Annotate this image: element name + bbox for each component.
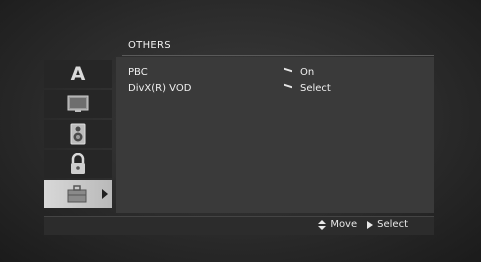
- options-list: PBC On DivX(R) VOD Select: [128, 65, 428, 97]
- title-divider: [122, 55, 434, 56]
- category-tabs: A: [44, 60, 112, 210]
- option-row-divx-vod[interactable]: DivX(R) VOD Select: [128, 81, 428, 97]
- select-hint-label: Select: [377, 219, 408, 230]
- up-down-arrows-icon: [318, 219, 327, 230]
- active-tab-arrow-icon: [102, 189, 108, 199]
- pointer-icon: [284, 83, 292, 92]
- option-label: PBC: [128, 67, 148, 78]
- tab-audio[interactable]: [44, 120, 112, 148]
- option-label: DivX(R) VOD: [128, 83, 192, 94]
- tab-lock[interactable]: [44, 150, 112, 178]
- display-icon: [67, 95, 89, 112]
- tab-language[interactable]: A: [44, 60, 112, 88]
- pointer-icon: [284, 67, 292, 76]
- option-value: Select: [300, 83, 331, 94]
- footer-bar: Move Select: [44, 216, 434, 235]
- move-hint-label: Move: [330, 219, 358, 230]
- right-arrow-icon: [367, 220, 374, 229]
- section-title: OTHERS: [128, 40, 171, 51]
- navigation-hint: Move Select: [318, 219, 408, 230]
- setup-menu-screen: OTHERS A PBC On DivX(R) VOD Select Move …: [0, 0, 481, 262]
- option-row-pbc[interactable]: PBC On: [128, 65, 428, 81]
- language-a-icon: A: [70, 63, 86, 85]
- option-value: On: [300, 67, 315, 78]
- lock-icon: [71, 153, 85, 174]
- tab-others[interactable]: [44, 180, 112, 208]
- speaker-icon: [70, 123, 86, 145]
- tab-display[interactable]: [44, 90, 112, 118]
- others-toolbox-icon: [67, 185, 87, 203]
